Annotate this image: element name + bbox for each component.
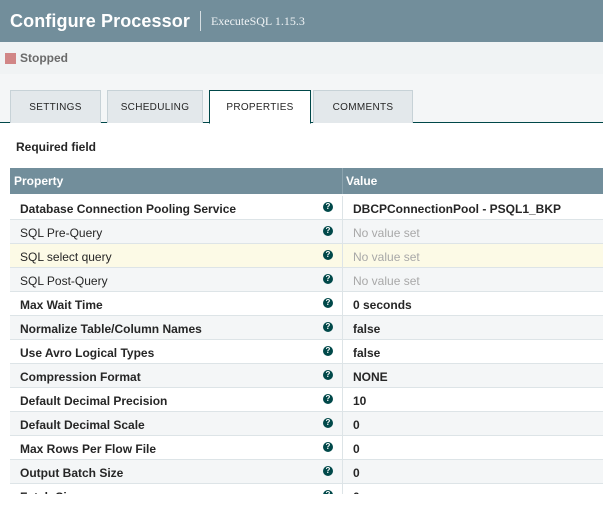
dialog-header: Configure Processor ExecuteSQL 1.15.3 xyxy=(0,0,603,42)
title-separator xyxy=(199,11,201,31)
property-value[interactable]: false xyxy=(353,346,380,360)
property-row[interactable]: SQL Pre-Query? No value set xyxy=(10,220,603,244)
question-circle-icon[interactable]: ? xyxy=(323,202,333,212)
tab-bar: SETTINGS SCHEDULING PROPERTIES COMMENTS xyxy=(0,74,603,124)
property-value[interactable]: 0 xyxy=(353,418,360,432)
question-circle-icon[interactable]: ? xyxy=(323,274,333,284)
properties-table[interactable]: Database Connection Pooling Service? DBCP… xyxy=(10,196,603,494)
question-circle-icon[interactable]: ? xyxy=(323,394,333,404)
property-row[interactable]: Use Avro Logical Types? false xyxy=(10,340,603,364)
property-row[interactable]: Database Connection Pooling Service? DBCP… xyxy=(10,196,603,220)
cell-divider xyxy=(342,292,343,316)
tab-comments[interactable]: COMMENTS xyxy=(313,90,413,123)
property-value[interactable]: 0 xyxy=(353,466,360,480)
required-field-note: Required field xyxy=(16,140,97,154)
column-divider[interactable] xyxy=(342,168,343,194)
property-name: SQL select query xyxy=(20,250,112,264)
property-value[interactable]: false xyxy=(353,322,380,336)
property-name: Max Wait Time xyxy=(20,298,103,312)
cell-divider xyxy=(342,388,343,412)
cell-divider xyxy=(342,340,343,364)
cell-divider xyxy=(342,220,343,244)
question-circle-icon[interactable]: ? xyxy=(323,466,333,476)
question-circle-icon[interactable]: ? xyxy=(323,226,333,236)
property-value[interactable]: 0 xyxy=(353,490,360,494)
property-value[interactable]: No value set xyxy=(353,226,420,240)
status-text: Stopped xyxy=(20,51,68,65)
property-column-header[interactable]: Property xyxy=(14,174,63,188)
cell-divider xyxy=(342,436,343,460)
value-column-header[interactable]: Value xyxy=(346,174,377,188)
question-circle-icon[interactable]: ? xyxy=(323,370,333,380)
property-name: Default Decimal Scale xyxy=(20,418,145,432)
property-name: SQL Post-Query xyxy=(20,274,108,288)
dialog-title: Configure Processor xyxy=(10,10,190,31)
property-row[interactable]: Default Decimal Scale? 0 xyxy=(10,412,603,436)
status-bar: Stopped xyxy=(0,42,603,74)
property-name: Normalize Table/Column Names xyxy=(20,322,202,336)
question-circle-icon[interactable]: ? xyxy=(323,346,333,356)
cell-divider xyxy=(342,196,343,220)
property-value[interactable]: No value set xyxy=(353,274,420,288)
property-row[interactable]: Max Rows Per Flow File? 0 xyxy=(10,436,603,460)
property-name: Compression Format xyxy=(20,370,141,384)
property-name: Default Decimal Precision xyxy=(20,394,168,408)
question-circle-icon[interactable]: ? xyxy=(323,490,333,494)
property-value[interactable]: No value set xyxy=(353,250,420,264)
property-row[interactable]: Compression Format? NONE xyxy=(10,364,603,388)
properties-table-header: Property Value xyxy=(10,168,603,194)
property-name: Fetch Size xyxy=(20,490,79,494)
property-name: Use Avro Logical Types xyxy=(20,346,155,360)
question-circle-icon[interactable]: ? xyxy=(323,250,333,260)
stopped-status-icon xyxy=(5,52,16,64)
property-name: SQL Pre-Query xyxy=(20,226,103,240)
property-name: Database Connection Pooling Service xyxy=(20,202,237,216)
cell-divider xyxy=(342,244,343,268)
tab-properties[interactable]: PROPERTIES xyxy=(209,90,311,124)
cell-divider xyxy=(342,364,343,388)
property-value[interactable]: NONE xyxy=(353,370,388,384)
question-circle-icon[interactable]: ? xyxy=(323,322,333,332)
question-circle-icon[interactable]: ? xyxy=(323,442,333,452)
cell-divider xyxy=(342,268,343,292)
property-row[interactable]: Max Wait Time? 0 seconds xyxy=(10,292,603,316)
tab-settings[interactable]: SETTINGS xyxy=(10,90,101,123)
property-row[interactable]: Fetch Size? 0 xyxy=(10,484,603,494)
question-circle-icon[interactable]: ? xyxy=(323,418,333,428)
property-name: Output Batch Size xyxy=(20,466,124,480)
cell-divider xyxy=(342,412,343,436)
property-row[interactable]: SQL Post-Query? No value set xyxy=(10,268,603,292)
processor-type-version: ExecuteSQL 1.15.3 xyxy=(210,13,305,28)
property-name: Max Rows Per Flow File xyxy=(20,442,157,456)
property-value[interactable]: 0 seconds xyxy=(353,298,412,312)
property-row[interactable]: Output Batch Size? 0 xyxy=(10,460,603,484)
property-value[interactable]: DBCPConnectionPool - PSQL1_BKP xyxy=(353,202,561,216)
tab-scheduling[interactable]: SCHEDULING xyxy=(107,90,203,123)
cell-divider xyxy=(342,484,343,494)
property-row[interactable]: Normalize Table/Column Names? false xyxy=(10,316,603,340)
question-circle-icon[interactable]: ? xyxy=(323,298,333,308)
property-value[interactable]: 0 xyxy=(353,442,360,456)
property-row[interactable]: Default Decimal Precision? 10 xyxy=(10,388,603,412)
property-row[interactable]: SQL select query? No value set xyxy=(10,244,603,268)
cell-divider xyxy=(342,316,343,340)
cell-divider xyxy=(342,460,343,484)
property-value[interactable]: 10 xyxy=(353,394,366,408)
